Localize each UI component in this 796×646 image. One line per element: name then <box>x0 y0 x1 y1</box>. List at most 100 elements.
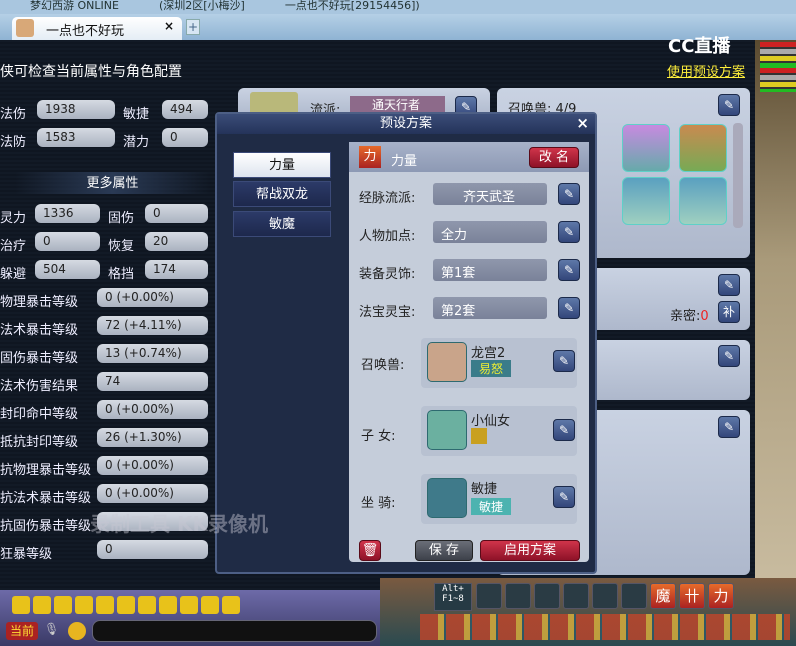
stat-label: 法术暴击等级 <box>0 323 79 338</box>
summon-slot[interactable] <box>679 124 727 172</box>
stat-label: 固伤暴击等级 <box>0 351 79 366</box>
stat-label: 灵力 <box>0 211 27 226</box>
title-part: 梦幻西游 ONLINE <box>30 0 119 12</box>
tab-game[interactable]: 一点也不好玩 <box>12 17 182 40</box>
arrow-down-icon[interactable] <box>54 596 72 614</box>
child-avatar <box>427 410 467 450</box>
stat-label: 狂暴等级 <box>0 547 53 562</box>
preset-row-value[interactable]: 第2套 <box>433 297 547 319</box>
summon-slot[interactable] <box>622 177 670 225</box>
edit-mount-button[interactable]: ✎ <box>718 345 740 367</box>
summon-slot[interactable] <box>622 124 670 172</box>
child-item-icon <box>471 428 487 444</box>
dropdown-icon[interactable] <box>201 596 219 614</box>
chat-icon[interactable] <box>180 596 198 614</box>
item-shortcut-icons[interactable] <box>420 614 790 640</box>
skill-button[interactable]: 魔 <box>650 583 676 609</box>
stat-value: 0 (+0.00%) <box>97 400 208 419</box>
edit-mount-preset-button[interactable]: ✎ <box>553 486 575 508</box>
skill-button[interactable]: 卄 <box>679 583 705 609</box>
broom-icon[interactable] <box>159 596 177 614</box>
arrow-up-icon[interactable] <box>33 596 51 614</box>
save-button[interactable]: 保 存 <box>415 540 473 561</box>
preset-item-agile-magic[interactable]: 敏魔 <box>233 211 331 237</box>
search-icon[interactable] <box>96 596 114 614</box>
preset-content: 力 力量 改 名 经脉流派: 齐天武圣 ✎ 人物加点: 全力 ✎ 装备灵饰: 第1套 ✎ 法宝灵宝… <box>349 142 589 562</box>
edit-summon-button[interactable]: ✎ <box>718 94 740 116</box>
stat-value: 1336 <box>35 204 100 223</box>
mount-name: 敏捷 <box>471 482 498 497</box>
stat-value: 0 (+0.00%) <box>97 456 208 475</box>
edit-row-button[interactable]: ✎ <box>558 183 580 205</box>
summon-scrollbar[interactable] <box>733 123 743 228</box>
stat-label: 物理暴击等级 <box>0 295 79 310</box>
new-tab-button[interactable]: + <box>186 19 200 35</box>
stat-label: 躲避 <box>0 267 27 282</box>
edit-child-button[interactable]: ✎ <box>718 274 740 296</box>
stat-value: 1938 <box>37 100 115 119</box>
apply-preset-button[interactable]: 启用方案 <box>480 540 580 561</box>
stat-label: 格挡 <box>108 267 135 282</box>
summon-slot[interactable] <box>679 177 727 225</box>
preset-name: 力量 <box>391 154 418 169</box>
refill-button[interactable]: 补 <box>718 301 740 323</box>
dialog-title: 预设方案 <box>217 114 595 134</box>
intimacy-label: 亲密: <box>670 309 701 324</box>
delete-icon[interactable]: 🗑 <box>359 540 381 561</box>
edit-row-button[interactable]: ✎ <box>558 297 580 319</box>
rename-button[interactable]: 改 名 <box>529 147 579 168</box>
stat-label: 抗物理暴击等级 <box>0 463 92 478</box>
skill-button[interactable]: 力 <box>708 583 734 609</box>
close-icon[interactable]: × <box>576 114 589 132</box>
stat-value: 74 <box>97 372 208 391</box>
lock-icon[interactable] <box>138 596 156 614</box>
summon-tag: 易怒 <box>471 360 512 377</box>
edit-child-preset-button[interactable]: ✎ <box>553 419 575 441</box>
edit-row-button[interactable]: ✎ <box>558 259 580 281</box>
arrow-left-icon[interactable] <box>12 596 30 614</box>
preset-row-value[interactable]: 第1套 <box>433 259 547 281</box>
summon-label: 召唤兽: <box>361 358 405 373</box>
stat-label: 封印命中等级 <box>0 407 79 422</box>
skill-slot[interactable] <box>476 583 502 609</box>
stat-label: 抵抗封印等级 <box>0 435 79 450</box>
preset-row-value[interactable]: 全力 <box>433 221 547 243</box>
skill-slot[interactable] <box>592 583 618 609</box>
child-name: 小仙女 <box>471 414 511 429</box>
stat-label: 恢复 <box>108 239 135 254</box>
hotkey-hint: Alt+ F1~8 <box>434 583 472 611</box>
preset-item-guild-battle[interactable]: 帮战双龙 <box>233 181 331 207</box>
chat-input[interactable] <box>92 620 377 642</box>
use-preset-link[interactable]: 使用预设方案 <box>667 61 745 80</box>
microphone-icon[interactable]: 🎙 <box>44 622 59 636</box>
move-icon[interactable] <box>75 596 93 614</box>
skill-slot[interactable] <box>563 583 589 609</box>
skill-slot[interactable] <box>505 583 531 609</box>
more-attributes-title: 更多属性 <box>15 172 210 194</box>
panel-header: 侠可检查当前属性与角色配置 <box>0 64 182 80</box>
stat-value: 13 (+0.74%) <box>97 344 208 363</box>
edit-row-button[interactable]: ✎ <box>558 221 580 243</box>
settings-icon[interactable] <box>222 596 240 614</box>
edit-equipment-button[interactable]: ✎ <box>718 416 740 438</box>
stat-label: 潜力 <box>123 135 150 150</box>
preset-item-strength[interactable]: 力量 <box>233 152 331 178</box>
chat-bubble-icon[interactable] <box>68 622 86 640</box>
preset-row-label: 经脉流派: <box>359 191 416 206</box>
minimize-icon[interactable] <box>117 596 135 614</box>
close-tab-icon[interactable]: × <box>164 19 174 33</box>
avatar-icon <box>16 19 34 37</box>
skill-slot[interactable] <box>621 583 647 609</box>
stat-label: 法术伤害结果 <box>0 379 79 394</box>
cc-watermark: CC直播 <box>668 36 731 57</box>
skill-slot[interactable] <box>534 583 560 609</box>
channel-button[interactable]: 当前 <box>6 622 38 640</box>
preset-row-value[interactable]: 齐天武圣 <box>433 183 547 205</box>
preset-row-label: 装备灵饰: <box>359 267 416 282</box>
stat-label: 法伤 <box>0 107 27 122</box>
edit-summon-preset-button[interactable]: ✎ <box>553 350 575 372</box>
stat-label: 抗固伤暴击等级 <box>0 519 92 534</box>
title-part: (深圳2区[小梅沙] <box>158 0 245 12</box>
stat-label: 抗法术暴击等级 <box>0 491 92 506</box>
stat-value: 0 <box>162 128 208 147</box>
